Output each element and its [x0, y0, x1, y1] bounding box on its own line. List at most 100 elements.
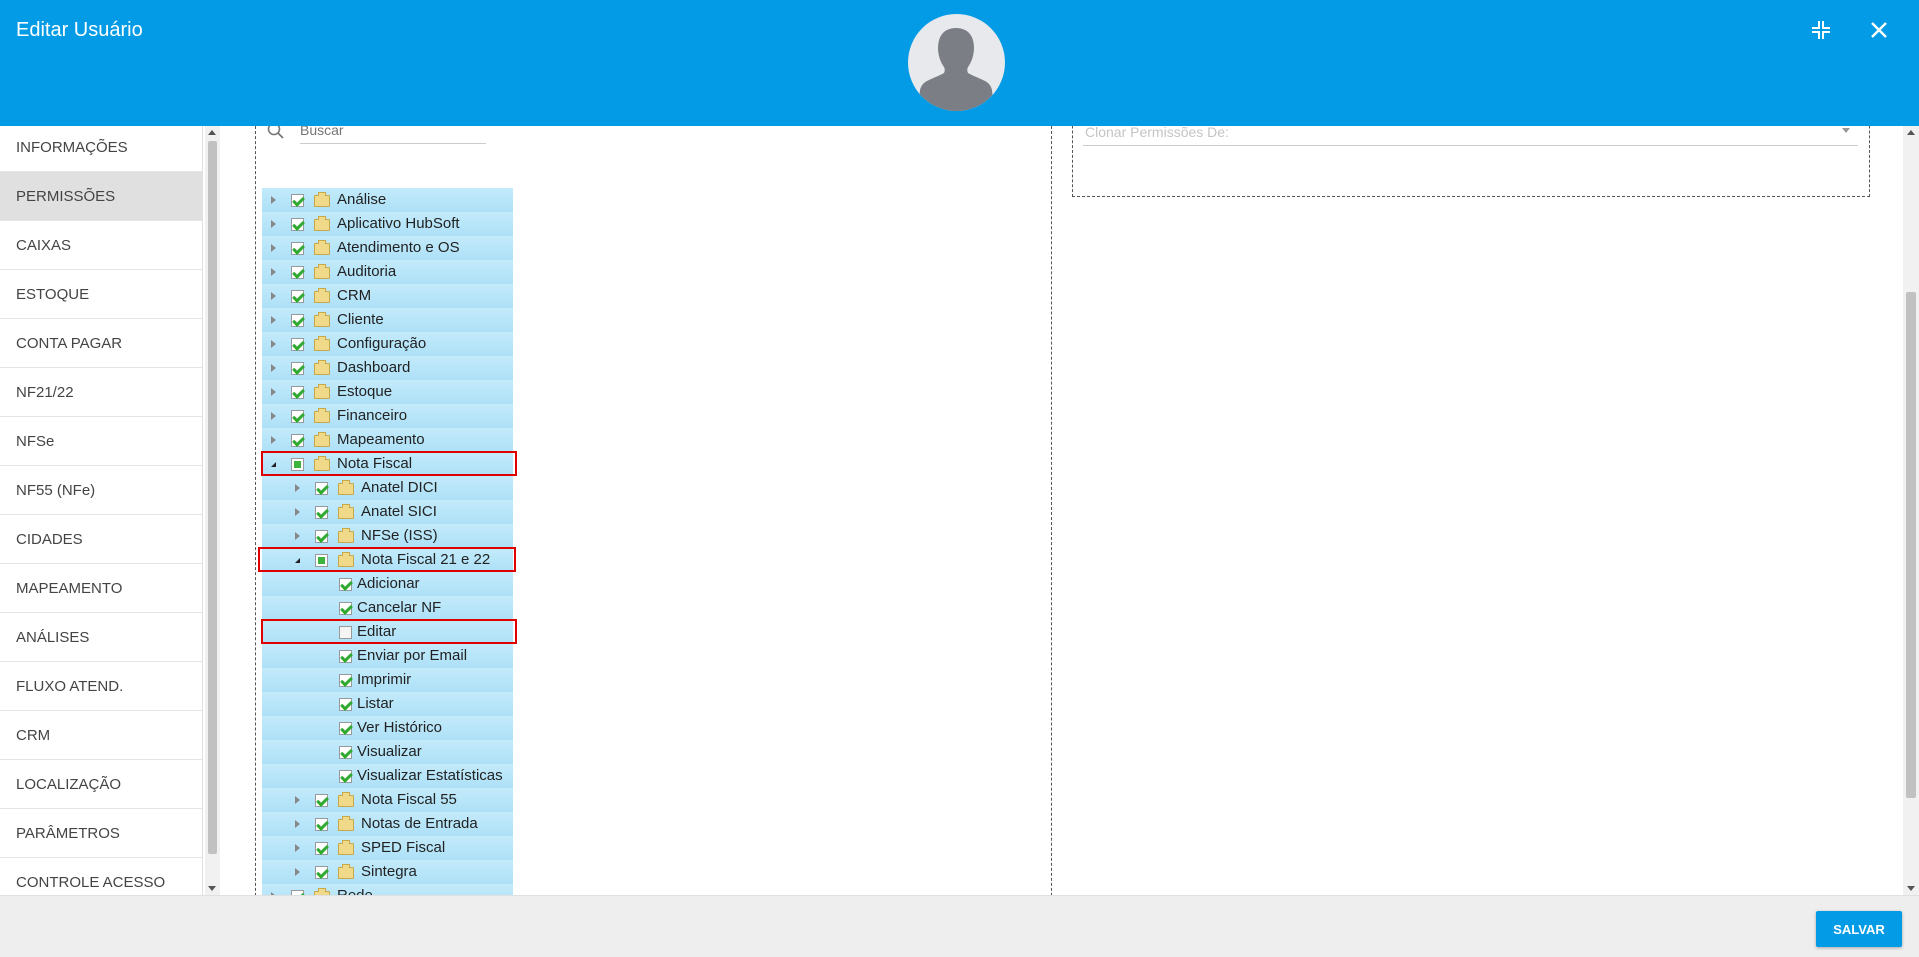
sidebar-item[interactable]: INFORMAÇÕES: [0, 126, 202, 172]
tree-node[interactable]: Visualizar: [262, 740, 513, 764]
tree-node[interactable]: Auditoria: [262, 260, 513, 284]
close-button[interactable]: [1865, 16, 1893, 44]
tree-checkbox[interactable]: [315, 506, 328, 519]
sidebar-item[interactable]: FLUXO ATEND.: [0, 662, 202, 711]
tree-node[interactable]: Rede: [262, 884, 513, 895]
tree-checkbox[interactable]: [291, 386, 304, 399]
sidebar-scroll-thumb[interactable]: [208, 141, 217, 854]
tree-node[interactable]: Dashboard: [262, 356, 513, 380]
tree-node[interactable]: Configuração: [262, 332, 513, 356]
tree-checkbox[interactable]: [339, 770, 352, 783]
sidebar-item[interactable]: ANÁLISES: [0, 613, 202, 662]
expand-closed-arrow-icon[interactable]: [271, 292, 276, 300]
tree-node[interactable]: Nota Fiscal 55: [262, 788, 513, 812]
tree-node[interactable]: Análise: [262, 188, 513, 212]
tree-checkbox[interactable]: [291, 338, 304, 351]
tree-checkbox[interactable]: [339, 722, 352, 735]
tree-node[interactable]: Anatel DICI: [262, 476, 513, 500]
sidebar-item[interactable]: CONTROLE ACESSO: [0, 858, 202, 895]
main-scrollbar[interactable]: [1903, 126, 1919, 895]
tree-node[interactable]: SPED Fiscal: [262, 836, 513, 860]
collapse-button[interactable]: [1808, 17, 1834, 43]
tree-node[interactable]: Visualizar Estatísticas: [262, 764, 513, 788]
expand-closed-arrow-icon[interactable]: [271, 364, 276, 372]
tree-checkbox[interactable]: [291, 362, 304, 375]
tree-checkbox[interactable]: [339, 602, 352, 615]
sidebar-item[interactable]: NF21/22: [0, 368, 202, 417]
sidebar-item[interactable]: NF55 (NFe): [0, 466, 202, 515]
tree-checkbox[interactable]: [339, 650, 352, 663]
tree-node[interactable]: Financeiro: [262, 404, 513, 428]
tree-node[interactable]: Notas de Entrada: [262, 812, 513, 836]
expand-closed-arrow-icon[interactable]: [271, 316, 276, 324]
tree-node[interactable]: Enviar por Email: [262, 644, 513, 668]
tree-node[interactable]: Estoque: [262, 380, 513, 404]
sidebar-item[interactable]: CIDADES: [0, 515, 202, 564]
sidebar-item[interactable]: NFSe: [0, 417, 202, 466]
tree-node[interactable]: Mapeamento: [262, 428, 513, 452]
tree-checkbox[interactable]: [315, 794, 328, 807]
expand-closed-arrow-icon[interactable]: [271, 340, 276, 348]
tree-checkbox[interactable]: [291, 434, 304, 447]
sidebar-item[interactable]: LOCALIZAÇÃO: [0, 760, 202, 809]
tree-checkbox[interactable]: [291, 194, 304, 207]
tree-checkbox[interactable]: [315, 482, 328, 495]
tree-checkbox[interactable]: [315, 842, 328, 855]
expand-closed-arrow-icon[interactable]: [295, 868, 300, 876]
tree-checkbox[interactable]: [315, 866, 328, 879]
expand-closed-arrow-icon[interactable]: [271, 436, 276, 444]
tree-checkbox[interactable]: [339, 674, 352, 687]
tree-node[interactable]: CRM: [262, 284, 513, 308]
expand-closed-arrow-icon[interactable]: [271, 412, 276, 420]
user-avatar[interactable]: [908, 14, 1005, 111]
expand-closed-arrow-icon[interactable]: [295, 532, 300, 540]
tree-checkbox[interactable]: [291, 410, 304, 423]
scroll-up-arrow-icon[interactable]: [208, 130, 216, 135]
expand-closed-arrow-icon[interactable]: [295, 508, 300, 516]
tree-node[interactable]: Sintegra: [262, 860, 513, 884]
tree-checkbox[interactable]: [315, 818, 328, 831]
expand-closed-arrow-icon[interactable]: [271, 268, 276, 276]
sidebar-item[interactable]: CRM: [0, 711, 202, 760]
tree-node[interactable]: Ver Histórico: [262, 716, 513, 740]
tree-node[interactable]: Imprimir: [262, 668, 513, 692]
sidebar-scrollbar[interactable]: [205, 126, 220, 895]
tree-checkbox[interactable]: [291, 218, 304, 231]
expand-closed-arrow-icon[interactable]: [295, 484, 300, 492]
tree-node[interactable]: Listar: [262, 692, 513, 716]
tree-checkbox[interactable]: [291, 242, 304, 255]
sidebar-item[interactable]: PARÂMETROS: [0, 809, 202, 858]
tree-node[interactable]: Cancelar NF: [262, 596, 513, 620]
tree-node[interactable]: NFSe (ISS): [262, 524, 513, 548]
sidebar-item[interactable]: CAIXAS: [0, 221, 202, 270]
expand-closed-arrow-icon[interactable]: [295, 820, 300, 828]
clone-permissions-select[interactable]: Clonar Permissões De:: [1083, 126, 1858, 146]
expand-closed-arrow-icon[interactable]: [295, 844, 300, 852]
tree-checkbox[interactable]: [291, 314, 304, 327]
tree-checkbox[interactable]: [339, 698, 352, 711]
expand-closed-arrow-icon[interactable]: [271, 196, 276, 204]
tree-node[interactable]: Anatel SICI: [262, 500, 513, 524]
save-button[interactable]: SALVAR: [1816, 911, 1902, 947]
sidebar-item[interactable]: MAPEAMENTO: [0, 564, 202, 613]
scroll-up-arrow-icon[interactable]: [1907, 130, 1915, 135]
sidebar-item[interactable]: PERMISSÕES: [0, 172, 202, 221]
search-input[interactable]: [300, 126, 486, 144]
tree-node[interactable]: Cliente: [262, 308, 513, 332]
tree-checkbox[interactable]: [291, 290, 304, 303]
sidebar-item[interactable]: CONTA PAGAR: [0, 319, 202, 368]
expand-closed-arrow-icon[interactable]: [271, 220, 276, 228]
tree-node[interactable]: Atendimento e OS: [262, 236, 513, 260]
expand-closed-arrow-icon[interactable]: [295, 796, 300, 804]
tree-checkbox[interactable]: [339, 578, 352, 591]
tree-checkbox[interactable]: [339, 746, 352, 759]
expand-closed-arrow-icon[interactable]: [271, 388, 276, 396]
sidebar-item[interactable]: ESTOQUE: [0, 270, 202, 319]
tree-checkbox[interactable]: [291, 266, 304, 279]
tree-node[interactable]: Aplicativo HubSoft: [262, 212, 513, 236]
scroll-down-arrow-icon[interactable]: [1907, 886, 1915, 891]
tree-node[interactable]: Adicionar: [262, 572, 513, 596]
main-scroll-thumb[interactable]: [1906, 292, 1916, 798]
scroll-down-arrow-icon[interactable]: [208, 886, 216, 891]
expand-closed-arrow-icon[interactable]: [271, 244, 276, 252]
